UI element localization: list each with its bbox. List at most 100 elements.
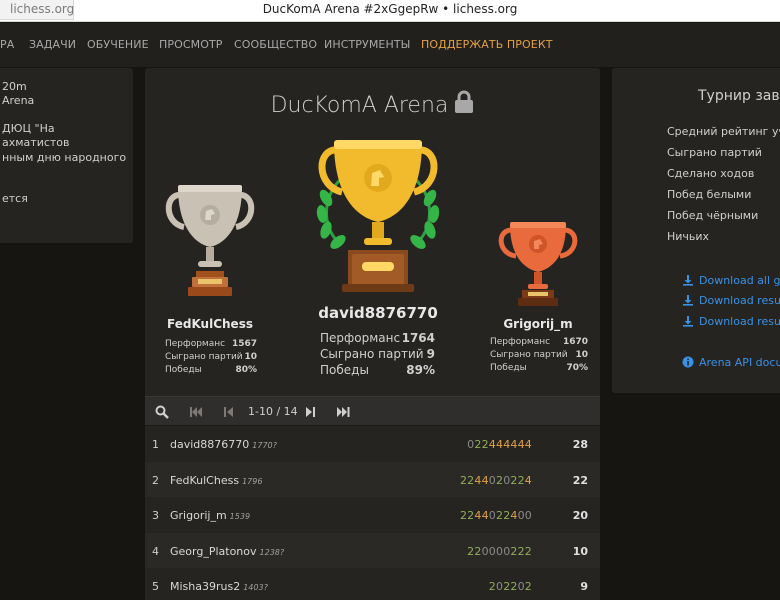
game-score[interactable]: 4 (482, 509, 489, 522)
table-row[interactable]: 4 Georg_Platonov 1238? 220000222 10 (145, 532, 600, 568)
stat-draws: Ничьих (667, 230, 710, 243)
nav-watch[interactable]: ПРОСМОТР (159, 38, 223, 51)
game-score[interactable]: 4 (510, 509, 517, 522)
player-username[interactable]: Georg_Platonov (170, 545, 257, 558)
game-score[interactable]: 4 (525, 474, 532, 487)
lock-icon (455, 90, 474, 113)
game-score[interactable]: 2 (510, 474, 517, 487)
last-page-icon[interactable] (336, 405, 351, 419)
prev-page-icon[interactable] (223, 405, 235, 419)
stat-label: Победы (320, 363, 369, 377)
player-name[interactable]: Misha39rus2 1403? (170, 580, 268, 593)
game-score[interactable]: 4 (482, 474, 489, 487)
game-score[interactable]: 2 (510, 580, 517, 593)
player-total: 22 (572, 473, 588, 487)
stat-label: Сыграно партий (320, 347, 424, 361)
game-score[interactable]: 0 (482, 545, 489, 558)
nav-community[interactable]: СООБЩЕСТВО (234, 38, 317, 51)
nav-learn[interactable]: ОБУЧЕНИЕ (87, 38, 149, 51)
game-score[interactable]: 0 (489, 509, 496, 522)
player-username[interactable]: david8876770 (170, 438, 249, 451)
pager-range: 1-10 / 14 (248, 405, 298, 418)
download-icon (683, 295, 693, 306)
player-username[interactable]: Misha39rus2 (170, 580, 240, 593)
game-score[interactable]: 4 (489, 438, 496, 451)
game-score[interactable]: 4 (474, 509, 481, 522)
silver-trophy-icon (165, 185, 255, 296)
game-score[interactable]: 2 (474, 545, 481, 558)
player-scores: 220000222 (467, 545, 532, 558)
player-total: 28 (572, 438, 588, 451)
player-scores: 022444444 (467, 438, 532, 451)
search-icon[interactable] (155, 405, 169, 419)
first-page-icon[interactable] (189, 405, 203, 419)
player-username[interactable]: FedKulChess (170, 474, 239, 487)
player-name[interactable]: Grigorij_m 1539 (170, 509, 250, 522)
player-rating: 1238? (259, 547, 285, 557)
stat-games-played: Сыграно партий (667, 146, 762, 159)
stat-label: Перформанс (320, 331, 401, 345)
window-title: DucKomA Arena #2xGgepRw • lichess.org (262, 2, 518, 16)
game-score[interactable]: 0 (489, 545, 496, 558)
player-name[interactable]: david8876770 1770? (170, 438, 277, 451)
player-name[interactable]: Georg_Platonov 1238? (170, 545, 284, 558)
table-row[interactable]: 5 Misha39rus2 1403? 202202 9 (145, 568, 600, 600)
stat-value: 1567 (231, 339, 257, 349)
download-icon (683, 316, 693, 327)
game-score[interactable]: 0 (525, 509, 532, 522)
player-username[interactable]: Grigorij_m (170, 509, 227, 522)
stat-white-wins: Побед белыми (667, 188, 752, 201)
info-description: ДЮЦ "На (2, 122, 55, 135)
game-score[interactable]: 2 (525, 580, 532, 593)
player-rating: 1403? (243, 583, 268, 592)
browser-titlebar: lichess.org DucKomA Arena #2xGgepRw • li… (0, 0, 780, 22)
player-rating: 1796 (242, 476, 263, 486)
stat-label: Сыграно партий (165, 352, 243, 362)
standings-pager: 1-10 / 14 (145, 396, 600, 426)
nav-tools[interactable]: ИНСТРУМЕНТЫ (324, 38, 410, 51)
table-row[interactable]: 3 Grigorij_m 1539 2244022400 20 (145, 497, 600, 533)
game-score[interactable]: 2 (525, 545, 532, 558)
stat-avg-rating: Средний рейтинг учас (667, 125, 780, 138)
table-row[interactable]: 2 FedKulChess 1796 2244020224 22 (145, 461, 600, 497)
stat-value: 89% (406, 363, 435, 377)
game-score[interactable]: 2 (518, 474, 525, 487)
arena-api-docs-link[interactable]: Arena API docum (699, 356, 780, 369)
podium-gold-name[interactable]: david8876770 (308, 304, 448, 322)
stat-label: Перформанс (490, 337, 551, 347)
download-results-link[interactable]: Download results (699, 294, 780, 307)
podium-bronze-name[interactable]: Grigorij_m (498, 317, 578, 331)
download-icon (683, 275, 693, 286)
game-score[interactable]: 4 (525, 438, 532, 451)
game-score[interactable]: 2 (474, 438, 481, 451)
top-navigation: РА ЗАДАЧИ ОБУЧЕНИЕ ПРОСМОТР СООБЩЕСТВО И… (0, 23, 780, 67)
game-score[interactable]: 4 (518, 438, 525, 451)
table-row[interactable]: 1 david8876770 1770? 022444444 28 (145, 426, 600, 462)
game-score[interactable]: 4 (510, 438, 517, 451)
stat-moves-made: Сделано ходов (667, 167, 755, 180)
stat-label: Победы (490, 363, 527, 373)
game-score[interactable]: 0 (518, 509, 525, 522)
player-name[interactable]: FedKulChess 1796 (170, 474, 262, 487)
player-scores: 2244020224 (460, 474, 532, 487)
game-score[interactable]: 2 (482, 438, 489, 451)
info-type: Arena (2, 94, 35, 107)
download-results-link[interactable]: Download results (699, 315, 780, 328)
game-score[interactable]: 2 (489, 580, 496, 593)
player-total: 20 (572, 509, 588, 522)
nav-puzzles[interactable]: ЗАДАЧИ (29, 38, 76, 51)
player-rating: 1539 (229, 512, 251, 521)
game-score[interactable]: 0 (489, 474, 496, 487)
podium-silver-name[interactable]: FedKulChess (162, 317, 258, 331)
player-rank: 3 (152, 509, 159, 522)
game-score[interactable]: 2 (510, 545, 517, 558)
download-all-games-link[interactable]: Download all gam (699, 274, 780, 287)
next-page-icon[interactable] (304, 405, 316, 419)
nav-play[interactable]: РА (0, 38, 14, 51)
stat-value: 1670 (562, 337, 588, 347)
stat-label: Сыграно партий (490, 350, 568, 360)
nav-donate[interactable]: ПОДДЕРЖАТЬ ПРОЕКТ (421, 38, 553, 51)
game-score[interactable]: 2 (518, 545, 525, 558)
game-score[interactable]: 4 (474, 474, 481, 487)
game-score[interactable]: 0 (518, 580, 525, 593)
